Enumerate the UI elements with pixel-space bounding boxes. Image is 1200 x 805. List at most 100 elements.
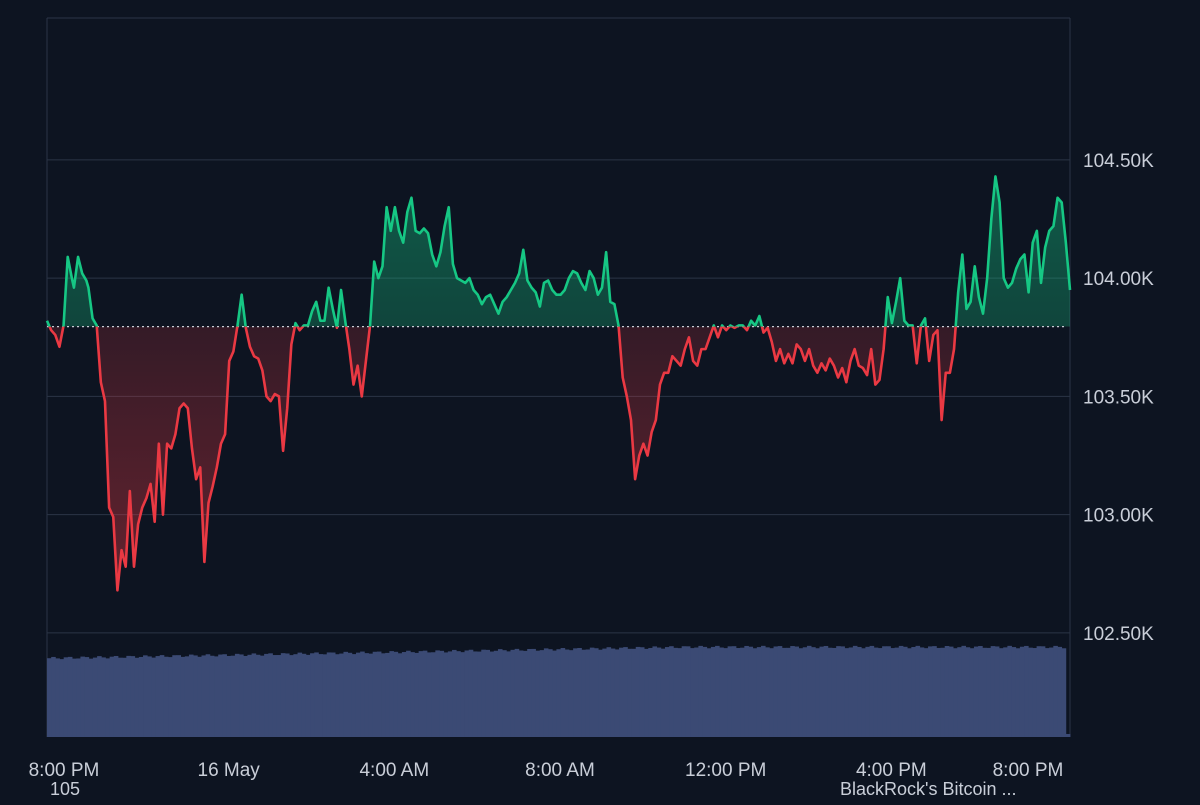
volume-bar	[422, 650, 428, 737]
volume-bar	[401, 652, 407, 737]
volume-bar	[335, 654, 340, 737]
volume-bar	[794, 646, 799, 737]
volume-bar	[744, 645, 749, 737]
volume-bar	[51, 656, 56, 737]
volume-bar	[936, 647, 941, 737]
volume-bar	[426, 652, 432, 737]
volume-bar	[735, 648, 741, 737]
volume-bar	[1044, 648, 1050, 737]
volume-bar	[272, 655, 278, 737]
clipped-footer-right: BlackRock's Bitcoin ...	[840, 779, 1017, 799]
volume-bar	[67, 656, 73, 737]
x-tick-label: 12:00 PM	[685, 760, 766, 781]
volume-bar	[589, 647, 595, 737]
volume-bar	[973, 646, 979, 737]
price-chart-svg: 104.50K 104.00K 103.50K 103.00K 102.50K 8:00…	[29, 17, 1154, 781]
volume-bar	[230, 655, 236, 737]
volume-bar	[965, 647, 971, 737]
y-tick-label: 104.50K	[1083, 151, 1154, 172]
volume-bar	[122, 657, 127, 737]
volume-bar	[477, 651, 482, 737]
volume-bar	[1057, 646, 1063, 737]
volume-bar	[677, 648, 683, 737]
volume-bar	[740, 647, 745, 737]
volume-bar	[485, 649, 491, 737]
volume-bar	[151, 657, 156, 737]
volume-bar	[76, 658, 81, 737]
volume-bar	[969, 648, 975, 737]
volume-bar	[669, 646, 674, 737]
volume-bar	[180, 656, 186, 737]
volume-bar	[593, 648, 599, 737]
volume-bar	[1049, 647, 1054, 737]
volume-bar	[1007, 645, 1012, 737]
volume-bar	[531, 648, 536, 737]
volume-bar	[239, 654, 244, 737]
volume-bar	[610, 648, 616, 737]
volume-bar	[819, 646, 825, 737]
volume-bar	[585, 649, 591, 737]
volume-bar	[602, 648, 607, 737]
volume-bars	[47, 645, 1071, 737]
volume-bar	[986, 647, 992, 737]
volume-bar	[948, 646, 954, 737]
volume-bar	[355, 652, 361, 737]
volume-bar	[656, 647, 662, 737]
volume-bar	[769, 648, 774, 737]
volume-bar	[848, 647, 854, 737]
volume-bar	[827, 647, 833, 737]
volume-bar	[639, 647, 645, 737]
volume-bar	[539, 650, 545, 737]
volume-bar	[627, 648, 632, 737]
volume-bar	[389, 651, 394, 737]
volume-bar	[715, 645, 720, 737]
volume-bar	[205, 654, 211, 737]
volume-bar	[1040, 646, 1046, 737]
volume-bar	[443, 652, 449, 737]
volume-bar	[623, 647, 628, 737]
volume-bar	[293, 654, 298, 737]
volume-bar	[568, 650, 574, 737]
volume-bar	[944, 645, 950, 737]
volume-bar	[664, 647, 670, 737]
volume-bar	[80, 656, 85, 737]
volume-bar	[802, 647, 808, 737]
volume-bar	[685, 646, 691, 737]
volume-bar	[397, 653, 403, 737]
volume-bar	[644, 648, 649, 737]
volume-bar	[502, 650, 507, 737]
volume-bar	[1003, 647, 1008, 737]
volume-bar	[1036, 646, 1042, 737]
volume-bar	[560, 648, 566, 737]
volume-bar	[130, 656, 136, 737]
volume-bar	[163, 656, 169, 737]
volume-bar	[811, 647, 816, 737]
volume-bar	[928, 646, 933, 737]
price-chart: 104.50K 104.00K 103.50K 103.00K 102.50K 8:00…	[0, 0, 1200, 800]
volume-bar	[857, 646, 862, 737]
volume-bar	[414, 652, 420, 737]
volume-bar	[406, 650, 411, 737]
volume-bar	[994, 646, 1000, 737]
volume-bar	[301, 653, 307, 737]
volume-bar	[464, 650, 470, 737]
volume-bar	[168, 657, 173, 737]
volume-bar	[723, 648, 729, 737]
volume-bar	[932, 646, 937, 737]
volume-bar	[911, 647, 916, 737]
volume-bar	[660, 648, 666, 737]
volume-bar	[573, 648, 578, 737]
volume-bar	[105, 658, 111, 737]
volume-bar	[706, 648, 712, 737]
volume-bar	[330, 652, 336, 737]
volume-bar	[514, 648, 520, 737]
volume-bar	[268, 653, 273, 737]
volume-bar	[447, 651, 453, 737]
volume-bar	[831, 647, 837, 737]
volume-bar	[72, 658, 77, 737]
volume-bar	[598, 649, 603, 737]
volume-bar	[552, 650, 557, 737]
volume-bar	[243, 655, 248, 737]
volume-bar	[468, 649, 474, 737]
volume-bar	[143, 655, 148, 737]
